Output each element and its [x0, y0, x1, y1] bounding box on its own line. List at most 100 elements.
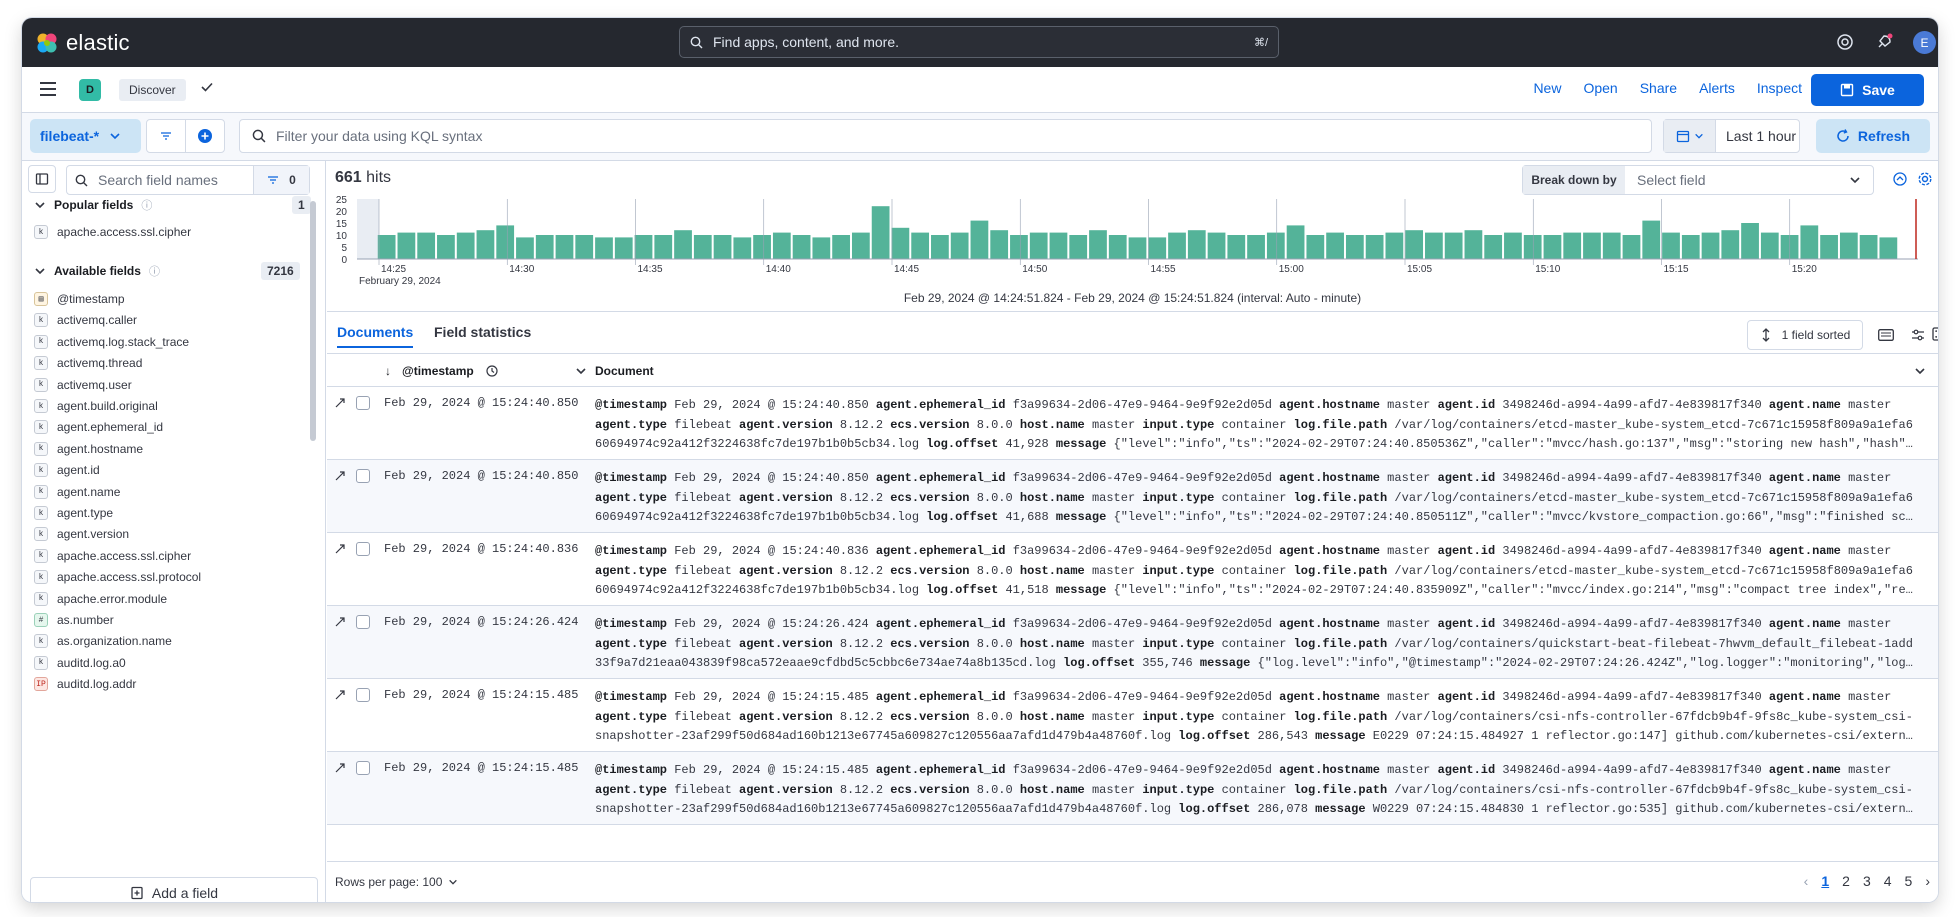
- field-item[interactable]: k agent.name: [34, 481, 120, 503]
- histogram-bar[interactable]: [1859, 235, 1878, 259]
- histogram-bar[interactable]: [1148, 237, 1167, 259]
- popular-fields-toggle[interactable]: Popular fields ⓘ: [34, 195, 152, 215]
- field-type-filter-button[interactable]: 0: [253, 166, 309, 194]
- kql-search-input[interactable]: Filter your data using KQL syntax: [239, 119, 1652, 153]
- histogram-bar[interactable]: [1504, 232, 1522, 259]
- histogram-bar[interactable]: [1523, 235, 1542, 259]
- field-item[interactable]: # as.number: [34, 609, 114, 631]
- row-checkbox[interactable]: [356, 542, 370, 556]
- page-1[interactable]: 1: [1821, 873, 1829, 889]
- fullscreen-icon[interactable]: [1925, 319, 1938, 349]
- histogram-bar[interactable]: [851, 232, 870, 259]
- share-link[interactable]: Share: [1640, 80, 1677, 96]
- filter-menu-button[interactable]: [146, 119, 186, 153]
- histogram-bar[interactable]: [1425, 232, 1443, 259]
- histogram-bar[interactable]: [1602, 232, 1621, 259]
- field-item[interactable]: k agent.ephemeral_id: [34, 416, 163, 438]
- page-4[interactable]: 4: [1884, 873, 1892, 889]
- histogram-bar[interactable]: [1326, 232, 1344, 259]
- histogram-bar[interactable]: [1266, 232, 1285, 259]
- field-search-input[interactable]: Search field names 0: [66, 165, 310, 195]
- field-item[interactable]: k activemq.user: [34, 374, 132, 396]
- field-item[interactable]: k activemq.log.stack_trace: [34, 331, 189, 353]
- next-page-icon[interactable]: ›: [1925, 873, 1930, 889]
- histogram-bar[interactable]: [1879, 237, 1898, 259]
- sort-fields-button[interactable]: 1 field sorted: [1747, 320, 1863, 350]
- column-menu-icon[interactable]: [1914, 365, 1926, 377]
- new-link[interactable]: New: [1533, 80, 1561, 96]
- histogram-bar[interactable]: [1820, 235, 1838, 259]
- row-checkbox[interactable]: [356, 688, 370, 702]
- expand-row-icon[interactable]: [334, 616, 346, 628]
- table-row[interactable]: Feb 29, 2024 @ 15:24:40.850 @timestamp Fe…: [327, 460, 1938, 533]
- histogram-bar[interactable]: [417, 232, 436, 259]
- histogram-bar[interactable]: [1405, 230, 1424, 259]
- table-row[interactable]: Feb 29, 2024 @ 15:24:15.485 @timestamp Fe…: [327, 752, 1938, 825]
- space-avatar[interactable]: D: [79, 79, 101, 101]
- histogram-bar[interactable]: [1583, 232, 1601, 259]
- histogram-chart[interactable]: 0510152025 14:25 14:30 14:35 14:40 14:45 14:50…: [327, 196, 1938, 286]
- row-checkbox[interactable]: [356, 615, 370, 629]
- histogram-bar[interactable]: [1207, 232, 1226, 259]
- alerts-link[interactable]: Alerts: [1699, 80, 1735, 96]
- histogram-bar[interactable]: [1345, 235, 1364, 259]
- histogram-bar[interactable]: [970, 220, 989, 259]
- expand-row-icon[interactable]: [334, 543, 346, 555]
- histogram-bar[interactable]: [1306, 235, 1325, 259]
- table-row[interactable]: Feb 29, 2024 @ 15:24:26.424 @timestamp Fe…: [327, 606, 1938, 679]
- field-item[interactable]: k agent.hostname: [34, 438, 143, 460]
- page-3[interactable]: 3: [1863, 873, 1871, 889]
- histogram-bar[interactable]: [1800, 225, 1819, 259]
- histogram-bar[interactable]: [812, 237, 831, 259]
- field-item[interactable]: k activemq.thread: [34, 352, 142, 374]
- histogram-bar[interactable]: [871, 206, 890, 259]
- sort-desc-icon[interactable]: ↓: [385, 364, 391, 378]
- histogram-bar[interactable]: [1010, 235, 1028, 259]
- save-button[interactable]: Save: [1811, 74, 1924, 106]
- histogram-bar[interactable]: [832, 235, 850, 259]
- page-2[interactable]: 2: [1842, 873, 1850, 889]
- histogram-bar[interactable]: [792, 235, 811, 259]
- histogram-bar[interactable]: [1365, 235, 1384, 259]
- histogram-bar[interactable]: [713, 235, 732, 259]
- histogram-bar[interactable]: [516, 237, 534, 259]
- user-avatar[interactable]: E: [1913, 31, 1936, 54]
- histogram-bar[interactable]: [654, 235, 673, 259]
- sidebar-toggle-button[interactable]: [28, 165, 56, 193]
- histogram-bar[interactable]: [1108, 235, 1127, 259]
- histogram-bar[interactable]: [456, 232, 475, 259]
- field-item[interactable]: k agent.type: [34, 502, 113, 524]
- field-item[interactable]: k apache.error.module: [34, 588, 167, 610]
- histogram-bar[interactable]: [1701, 232, 1720, 259]
- tab-field-statistics[interactable]: Field statistics: [434, 324, 531, 340]
- histogram-bar[interactable]: [634, 235, 653, 259]
- expand-row-icon[interactable]: [334, 470, 346, 482]
- histogram-bar[interactable]: [1642, 220, 1661, 259]
- histogram-bar[interactable]: [1187, 230, 1206, 259]
- row-checkbox[interactable]: [356, 396, 370, 410]
- field-item[interactable]: k as.organization.name: [34, 630, 172, 652]
- histogram-bar[interactable]: [1069, 235, 1088, 259]
- refresh-button[interactable]: Refresh: [1816, 119, 1930, 153]
- histogram-bar[interactable]: [496, 225, 515, 259]
- histogram-bar[interactable]: [1543, 235, 1562, 259]
- histogram-bar[interactable]: [753, 235, 771, 259]
- chart-options-icon[interactable]: [1886, 164, 1914, 194]
- histogram-bar[interactable]: [1839, 232, 1858, 259]
- column-menu-icon[interactable]: [575, 365, 587, 377]
- inspect-link[interactable]: Inspect: [1757, 80, 1802, 96]
- histogram-bar[interactable]: [1563, 232, 1582, 259]
- breakdown-select[interactable]: Break down by Select field: [1522, 165, 1874, 195]
- row-checkbox[interactable]: [356, 761, 370, 775]
- keyboard-shortcuts-icon[interactable]: [1872, 320, 1900, 350]
- menu-toggle-icon[interactable]: [40, 82, 56, 100]
- histogram-bar[interactable]: [1227, 235, 1246, 259]
- sidebar-scrollbar[interactable]: [310, 201, 316, 441]
- table-row[interactable]: Feb 29, 2024 @ 15:24:40.850 @timestamp Fe…: [327, 387, 1938, 460]
- expand-row-icon[interactable]: [334, 397, 346, 409]
- histogram-bar[interactable]: [950, 232, 969, 259]
- histogram-bar[interactable]: [1089, 230, 1107, 259]
- date-picker[interactable]: Last 1 hour: [1663, 119, 1800, 153]
- table-row[interactable]: Feb 29, 2024 @ 15:24:15.485 @timestamp Fe…: [327, 679, 1938, 752]
- histogram-bar[interactable]: [1168, 232, 1186, 259]
